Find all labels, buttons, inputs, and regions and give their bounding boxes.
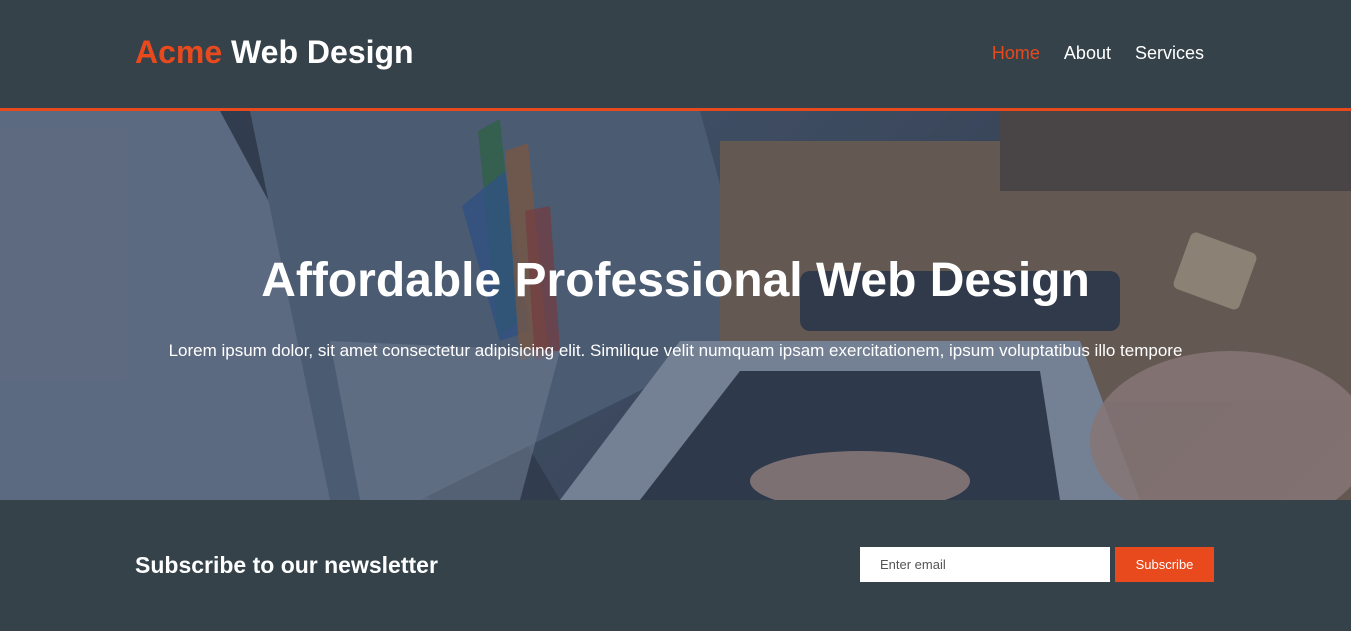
hero-description: Lorem ipsum dolor, sit amet consectetur … <box>168 341 1183 360</box>
hero-showcase: Affordable Professional Web Design Lorem… <box>0 111 1351 500</box>
subscribe-button[interactable]: Subscribe <box>1115 547 1214 582</box>
brand-logo[interactable]: Acme Web Design <box>135 34 414 71</box>
newsletter-section: Subscribe to our newsletter Subscribe <box>0 500 1351 631</box>
nav-home-link[interactable]: Home <box>992 43 1040 64</box>
brand-highlight: Acme <box>135 34 223 70</box>
brand-rest: Web Design <box>222 34 414 70</box>
main-nav: Home About Services <box>992 43 1204 64</box>
nav-services-link[interactable]: Services <box>1135 43 1204 64</box>
hero-title: Affordable Professional Web Design <box>261 254 1090 307</box>
newsletter-title: Subscribe to our newsletter <box>135 552 438 578</box>
nav-about-link[interactable]: About <box>1064 43 1111 64</box>
site-header: Acme Web Design Home About Services <box>0 0 1351 111</box>
email-input[interactable] <box>860 547 1110 582</box>
